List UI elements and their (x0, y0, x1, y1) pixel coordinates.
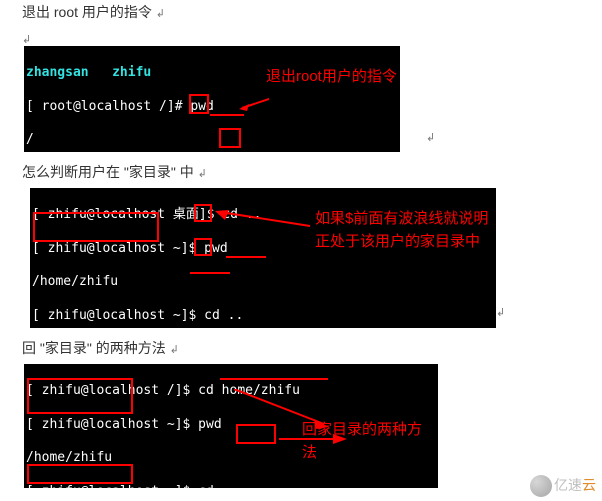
term2-l4: [ zhifu@localhost ~]$ cd .. (32, 308, 496, 325)
term2-l1: [ zhifu@localhost 桌面]$ cd .. (32, 207, 496, 224)
return-symbol: ↲ (22, 34, 31, 46)
terminal-block-2: [ zhifu@localhost 桌面]$ cd .. [ zhifu@loc… (30, 188, 602, 328)
terminal-3: [ zhifu@localhost /]$ cd home/zhifu [ zh… (24, 364, 438, 488)
heading-exit-root: 退出 root 用户的指令 ↲ (0, 0, 602, 28)
term1-l1: [ root@localhost /]# pwd (26, 99, 400, 116)
blank-line: ↲ (0, 28, 602, 46)
heading-return-home: 回 "家目录" 的两种方法 ↲ (0, 336, 602, 364)
heading-text: 退出 root 用户的指令 (22, 4, 152, 20)
term1-l2: / (26, 132, 400, 149)
return-symbol: ↲ (198, 168, 207, 180)
terminal-tabs: zhangsan zhifu (26, 65, 151, 80)
term3-l1: [ zhifu@localhost /]$ cd home/zhifu (26, 383, 438, 400)
heading-text: 回 "家目录" 的两种方法 (22, 340, 166, 356)
wm-text1: 亿速 (554, 477, 582, 493)
return-symbol: ↲ (426, 131, 435, 144)
heading-text: 怎么判断用户在 "家目录" 中 (22, 164, 194, 180)
return-symbol: ↲ (170, 344, 179, 356)
terminal-1: zhangsan zhifu [ root@localhost /]# pwd … (24, 46, 400, 152)
term3-l4: [ zhifu@localhost ~]$ cd .. (26, 484, 438, 488)
return-symbol: ↲ (156, 8, 165, 20)
watermark: 亿速云 (530, 475, 596, 497)
terminal-2: [ zhifu@localhost 桌面]$ cd .. [ zhifu@loc… (30, 188, 496, 328)
terminal-block-3: [ zhifu@localhost /]$ cd home/zhifu [ zh… (24, 364, 602, 488)
terminal-block-1: zhangsan zhifu [ root@localhost /]# pwd … (24, 46, 602, 152)
term2-l2: [ zhifu@localhost ~]$ pwd (32, 241, 496, 258)
logo-icon (530, 475, 552, 497)
wm-text2: 云 (582, 477, 596, 493)
term3-l3: /home/zhifu (26, 450, 438, 467)
term2-l3: /home/zhifu (32, 274, 496, 291)
heading-judge-home: 怎么判断用户在 "家目录" 中 ↲ (0, 160, 602, 188)
term3-l2: [ zhifu@localhost ~]$ pwd (26, 417, 438, 434)
return-symbol: ↲ (496, 306, 505, 319)
